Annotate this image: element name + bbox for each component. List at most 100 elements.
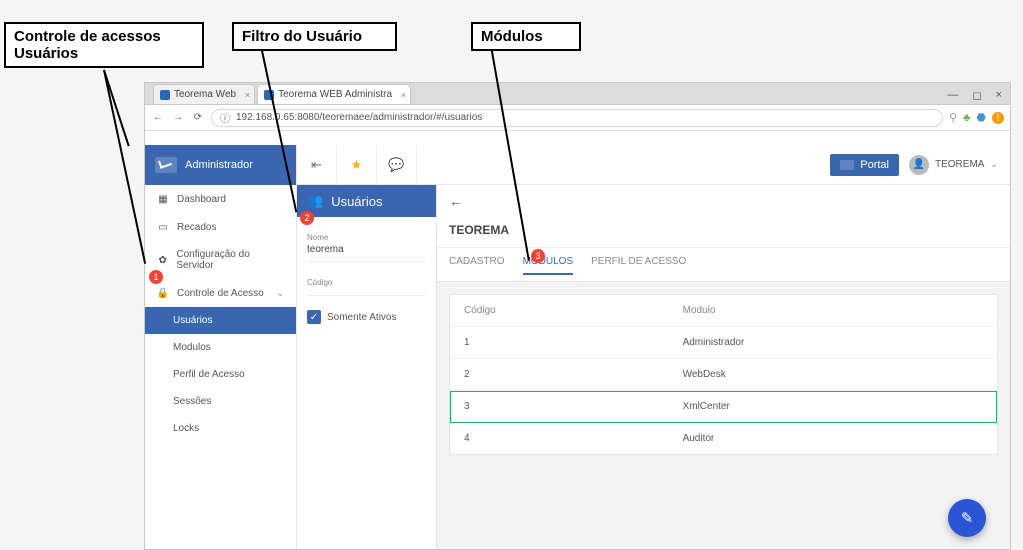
browser-tab-active[interactable]: Teorema WEB Administra × [257,84,411,104]
portal-logo-icon [840,160,854,170]
tab-label: Teorema Web [174,89,236,100]
pencil-icon: ✎ [961,509,974,527]
chat-button[interactable]: 💬 [377,145,417,185]
cell-modulo: Administrador [669,327,997,359]
tab-label: CADASTRO [449,256,505,267]
modules-table: Código Modulo 1 Administrador [450,295,997,454]
checkbox-checked-icon: ✓ [307,310,321,324]
filter-body: Nome teorema Código ✓ Somente Ativos [297,217,436,334]
brand-header: Administrador [145,145,296,185]
addressbar-actions: ⚲ ♣ ⬣ ! [949,111,1004,124]
sidebar-sub-label: Modulos [173,342,211,353]
filter-somente-ativos-label: Somente Ativos [327,312,396,323]
detail-tabs: CADASTRO MÓDULOS PERFIL DE ACESSO [437,247,1010,281]
filter-nome-input[interactable]: teorema [307,242,426,262]
window-maximize-icon[interactable]: ◻ [972,89,981,102]
brand-logo-icon [155,157,177,173]
sidebar-item-dashboard[interactable]: ▦ Dashboard [145,185,296,213]
filter-panel: 👥 Usuários Nome teorema Código ✓ Somente… [297,185,437,549]
table-row[interactable]: 1 Administrador [450,327,997,359]
portal-button[interactable]: Portal [830,154,899,176]
callout-controle-acessos: Controle de acessos Usuários [4,22,204,68]
user-name: TEOREMA [935,159,984,170]
sidebar-sub-label: Locks [173,423,199,434]
sidebar-item-controle-acesso[interactable]: 🔒 Controle de Acesso ⌄ [145,279,296,307]
gear-icon: ✿ [157,254,168,266]
sidebar-sub-label: Sessões [173,396,211,407]
table-row[interactable]: 4 Auditor [450,423,997,455]
filter-somente-ativos[interactable]: ✓ Somente Ativos [307,310,426,324]
extension-icon[interactable]: ⚲ [949,111,957,124]
sidebar-sub-sessoes[interactable]: Sessões [145,388,296,415]
main-column: ⇤ ★ 💬 Portal 👤 TEOREMA ⌄ [297,145,1010,549]
nav-back-icon[interactable]: ← [151,112,165,123]
table-row[interactable]: 2 WebDesk [450,359,997,391]
extension-icon[interactable]: ⬣ [976,111,986,124]
nav-forward-icon[interactable]: → [171,112,185,123]
window-minimize-icon[interactable]: — [947,89,958,102]
close-icon[interactable]: × [245,90,250,100]
filter-title: Usuários [331,194,382,209]
sidebar-sub-usuarios[interactable]: Usuários [145,307,296,334]
cell-modulo: XmlCenter [669,391,997,423]
window-close-icon[interactable]: × [996,89,1002,102]
warning-badge-icon[interactable]: ! [992,112,1004,124]
table-row-highlighted[interactable]: 3 XmlCenter [450,391,997,423]
user-menu[interactable]: 👤 TEOREMA ⌄ [909,155,998,175]
modules-table-card: Código Modulo 1 Administrador [449,294,998,455]
filter-codigo-input[interactable] [307,287,426,296]
cell-codigo: 4 [450,423,669,455]
callout-modulos: Módulos [471,22,581,51]
filter-nome-value: teorema [307,244,344,255]
cell-codigo: 3 [450,391,669,423]
nav-reload-icon[interactable]: ⟳ [191,112,205,123]
sidebar-item-config-servidor[interactable]: ✿ Configuração do Servidor [145,241,296,279]
lock-icon: 🔒 [157,287,169,299]
chevron-down-icon: ⌄ [990,159,998,170]
sidebar-item-recados[interactable]: ▭ Recados [145,213,296,241]
favorite-button[interactable]: ★ [337,145,377,185]
tab-modulos[interactable]: MÓDULOS [523,256,574,275]
sidebar-sub-modulos[interactable]: Modulos [145,334,296,361]
info-icon: ⓘ [220,110,230,125]
cell-modulo: WebDesk [669,359,997,391]
browser-tab[interactable]: Teorema Web × [153,84,255,104]
dashboard-icon: ▦ [157,193,169,205]
callout-line [103,70,146,264]
sidebar: Administrador ▦ Dashboard ▭ Recados ✿ Co… [145,145,297,549]
sidebar-sub-label: Usuários [173,315,212,326]
chevron-down-icon: ⌄ [276,288,284,299]
sidebar-item-label: Recados [177,222,216,233]
badge-2: 2 [300,211,314,225]
cell-codigo: 2 [450,359,669,391]
cell-codigo: 1 [450,327,669,359]
col-modulo: Modulo [669,295,997,327]
content-split: 👥 Usuários Nome teorema Código ✓ Somente… [297,185,1010,549]
back-button[interactable]: ← [449,193,463,209]
badge-3: 3 [531,249,545,263]
filter-nome-label: Nome [307,233,426,242]
url-text: 192.168.0.65:8080/teoremaee/administrado… [236,112,482,123]
filter-codigo-label: Código [307,278,426,287]
tab-perfil-acesso[interactable]: PERFIL DE ACESSO [591,256,686,275]
close-icon[interactable]: × [401,90,406,100]
badge-1: 1 [149,270,163,284]
sidebar-sub-locks[interactable]: Locks [145,415,296,442]
url-field[interactable]: ⓘ 192.168.0.65:8080/teoremaee/administra… [211,109,943,127]
fab-edit-button[interactable]: ✎ [948,499,986,537]
brand-title: Administrador [185,159,253,171]
sidebar-sub-perfil-acesso[interactable]: Perfil de Acesso [145,361,296,388]
sidebar-item-label: Dashboard [177,194,226,205]
tab-label: MÓDULOS [523,256,574,267]
collapse-sidebar-button[interactable]: ⇤ [297,145,337,185]
tab-label: PERFIL DE ACESSO [591,256,686,267]
tab-cadastro[interactable]: CADASTRO [449,256,505,275]
browser-tabstrip: Teorema Web × Teorema WEB Administra × —… [145,83,1010,105]
extension-icon[interactable]: ♣ [963,112,970,124]
favicon-icon [160,90,170,100]
detail-panel: ← TEOREMA CADASTRO MÓDULOS PERFIL DE AC [437,185,1010,549]
browser-window: Teorema Web × Teorema WEB Administra × —… [144,82,1011,550]
app-root: Administrador ▦ Dashboard ▭ Recados ✿ Co… [145,145,1010,549]
message-icon: ▭ [157,221,169,233]
filter-header: 👥 Usuários [297,185,436,217]
